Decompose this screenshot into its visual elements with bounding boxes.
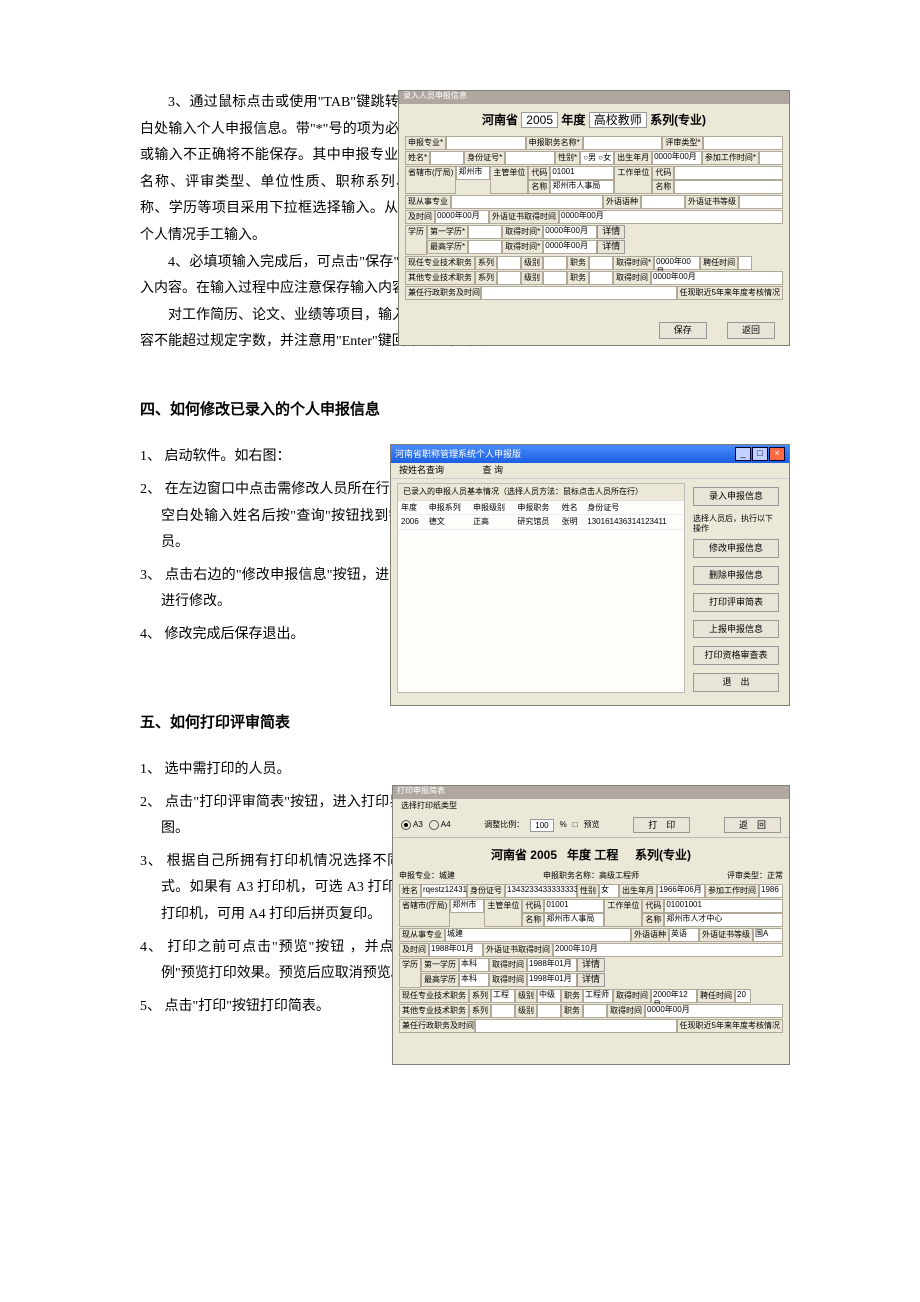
screenshot-print-dialog: 打印申报简表 选择打印纸类型 A3 A4 调整比例： 100 % □预览 打 印… <box>392 785 790 1065</box>
list-caption: 已录入的申报人员基本情况（选择人员方法：鼠标点击人员所在行） <box>398 484 684 501</box>
preview-checkbox-label[interactable]: 预览 <box>584 820 600 830</box>
radio-a3[interactable] <box>401 820 411 830</box>
upload-button[interactable]: 上报申报信息 <box>693 620 779 639</box>
detail-button[interactable]: 详情 <box>597 225 625 239</box>
step-5-1: 1、 选中需打印的人员。 <box>140 757 460 784</box>
detail-button[interactable]: 详情 <box>577 973 605 987</box>
heading-4: 四、如何修改已录入的个人申报信息 <box>140 396 780 425</box>
label-apply-title: 申报职务名称* <box>526 136 583 150</box>
menu-search[interactable]: 查 询 <box>483 465 504 475</box>
input-apply-title[interactable] <box>583 136 663 150</box>
print-review-button[interactable]: 打印评审简表 <box>693 593 779 612</box>
category-select[interactable]: 高校教师 <box>589 112 647 128</box>
exit-button[interactable]: 退 出 <box>693 673 779 692</box>
window-titlebar: 打印申报简表 <box>393 786 789 799</box>
label-apply-major: 申报专业* <box>405 136 446 150</box>
close-icon[interactable]: × <box>769 447 785 461</box>
delete-record-button[interactable]: 删除申报信息 <box>693 566 779 585</box>
detail-button[interactable]: 详情 <box>597 240 625 254</box>
input-apply-major[interactable] <box>446 136 526 150</box>
menu-search-by-name[interactable]: 按姓名查询 <box>399 465 444 475</box>
ratio-input[interactable]: 100 <box>530 819 553 832</box>
maximize-icon[interactable]: □ <box>752 447 768 461</box>
screenshot-main-window: 河南省职称管理系统个人申报版 _ □ × 按姓名查询 查 询 已录入的申报人员基… <box>390 444 790 706</box>
table-header-row: 年度 申报系列 申报级别 申报职务 姓名 身份证号 <box>398 501 684 515</box>
side-note: 选择人员后，执行以下操作 <box>693 514 779 533</box>
year-input[interactable]: 2005 <box>521 112 558 128</box>
save-button[interactable]: 保存 <box>659 322 707 339</box>
paper-type-label: 选择打印纸类型 <box>393 799 789 813</box>
label-review-type: 评审类型* <box>662 136 703 150</box>
print-header: 河南省 2005 年度 工程 系列(专业) <box>393 838 789 868</box>
screenshot-entry-form: 录入人员申报信息 河南省 2005 年度 高校教师 系列(专业) 申报专业* 申… <box>398 90 790 346</box>
print-qualification-button[interactable]: 打印资格审查表 <box>693 646 779 665</box>
minimize-icon[interactable]: _ <box>735 447 751 461</box>
print-button[interactable]: 打 印 <box>633 817 690 834</box>
back-button[interactable]: 返 回 <box>724 817 781 834</box>
window-titlebar: 河南省职称管理系统个人申报版 _ □ × <box>391 445 789 463</box>
table-row[interactable]: 2006 德文 正高 研究馆员 张明 130161436314123411 <box>398 515 684 530</box>
edit-record-button[interactable]: 修改申报信息 <box>693 539 779 558</box>
heading-5: 五、如何打印评审简表 <box>140 709 780 738</box>
input-review-type[interactable] <box>703 136 783 150</box>
window-title: 河南省职称管理系统个人申报版 <box>395 449 521 460</box>
add-record-button[interactable]: 录入申报信息 <box>693 487 779 506</box>
detail-button[interactable]: 详情 <box>577 958 605 972</box>
back-button[interactable]: 返回 <box>727 322 775 339</box>
form-header: 河南省 2005 年度 高校教师 系列(专业) <box>399 104 789 134</box>
person-table[interactable]: 年度 申报系列 申报级别 申报职务 姓名 身份证号 2006 德文 正高 研究馆… <box>398 501 684 530</box>
window-titlebar: 录入人员申报信息 <box>399 91 789 104</box>
radio-a4[interactable] <box>429 820 439 830</box>
